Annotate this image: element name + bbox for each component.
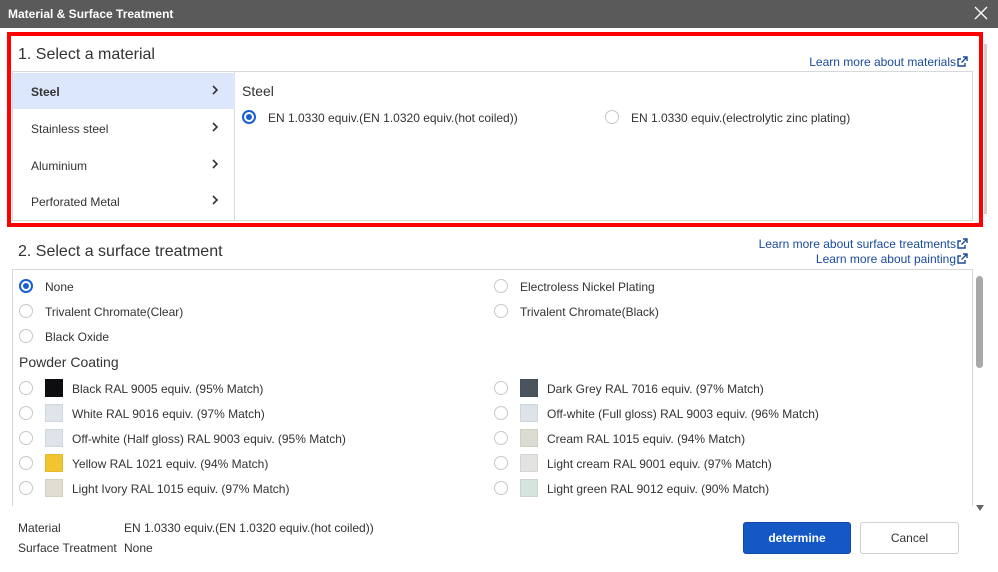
summary-surface: Surface Treatment None [18, 541, 153, 555]
radio-unselected[interactable] [19, 329, 33, 343]
learn-more-painting-link[interactable]: Learn more about painting [816, 252, 968, 266]
summary-surface-label: Surface Treatment [18, 541, 117, 555]
cancel-button[interactable]: Cancel [860, 522, 959, 554]
color-swatch [520, 429, 538, 447]
radio-unselected[interactable] [494, 381, 508, 395]
radio-selected[interactable] [19, 279, 33, 293]
powder-option-label: Off-white (Half gloss) RAL 9003 equiv. (… [72, 432, 346, 446]
powder-option-label: Dark Grey RAL 7016 equiv. (97% Match) [547, 382, 764, 396]
summary-material-label: Material [18, 521, 61, 535]
surface-option-label: Trivalent Chromate(Clear) [45, 305, 184, 319]
radio-unselected[interactable] [494, 456, 508, 470]
radio-unselected[interactable] [494, 481, 508, 495]
radio-unselected[interactable] [19, 381, 33, 395]
color-swatch [520, 454, 538, 472]
radio-unselected[interactable] [494, 304, 508, 318]
scrollbar-thumb[interactable] [976, 276, 983, 368]
learn-more-surface-text: Learn more about surface treatments [758, 237, 956, 251]
powder-option-label: Black RAL 9005 equiv. (95% Match) [72, 382, 264, 396]
powder-option-label: White RAL 9016 equiv. (97% Match) [72, 407, 265, 421]
radio-unselected[interactable] [494, 279, 508, 293]
surface-option-label: None [45, 280, 74, 294]
learn-more-surface-link[interactable]: Learn more about surface treatments [759, 237, 968, 251]
powder-option-label: Light Ivory RAL 1015 equiv. (97% Match) [72, 482, 290, 496]
color-swatch [45, 479, 63, 497]
radio-unselected[interactable] [494, 431, 508, 445]
color-swatch [520, 404, 538, 422]
background-strip [984, 44, 987, 214]
surface-option-label: Trivalent Chromate(Black) [520, 305, 659, 319]
summary-surface-value: None [124, 541, 153, 555]
determine-button[interactable]: determine [743, 522, 851, 554]
radio-unselected[interactable] [19, 431, 33, 445]
summary-material: Material EN 1.0330 equiv.(EN 1.0320 equi… [18, 521, 374, 535]
powder-option-label: Cream RAL 1015 equiv. (94% Match) [547, 432, 746, 446]
highlight-box [7, 32, 983, 227]
external-link-icon [957, 238, 968, 249]
surface-scrollbar[interactable] [974, 270, 986, 511]
color-swatch [45, 404, 63, 422]
powder-option-label: Off-white (Full gloss) RAL 9003 equiv. (… [547, 407, 819, 421]
radio-unselected[interactable] [19, 406, 33, 420]
powder-option-label: Light cream RAL 9001 equiv. (97% Match) [547, 457, 772, 471]
color-swatch [520, 479, 538, 497]
color-swatch [45, 429, 63, 447]
radio-unselected[interactable] [19, 481, 33, 495]
surface-options-panel: None Electroless Nickel Plating Trivalen… [12, 269, 973, 506]
radio-unselected[interactable] [19, 304, 33, 318]
summary-material-value: EN 1.0330 equiv.(EN 1.0320 equiv.(hot co… [124, 521, 374, 535]
dialog-titlebar: Material & Surface Treatment [0, 0, 998, 28]
surface-option-label: Electroless Nickel Plating [520, 280, 655, 294]
color-swatch [45, 454, 63, 472]
radio-unselected[interactable] [494, 406, 508, 420]
powder-coating-heading: Powder Coating [19, 354, 119, 370]
external-link-icon [957, 253, 968, 264]
surface-option-label: Black Oxide [45, 330, 110, 344]
radio-unselected[interactable] [19, 456, 33, 470]
powder-option-label: Yellow RAL 1021 equiv. (94% Match) [72, 457, 269, 471]
scroll-down-arrow-icon[interactable] [976, 498, 984, 511]
surface-section-title: 2. Select a surface treatment [18, 243, 223, 260]
color-swatch [520, 379, 538, 397]
learn-more-painting-text: Learn more about painting [815, 252, 956, 266]
dialog-title: Material & Surface Treatment [8, 7, 174, 21]
close-icon[interactable] [972, 3, 990, 23]
color-swatch [45, 379, 63, 397]
powder-option-label: Light green RAL 9012 equiv. (90% Match) [547, 482, 770, 496]
